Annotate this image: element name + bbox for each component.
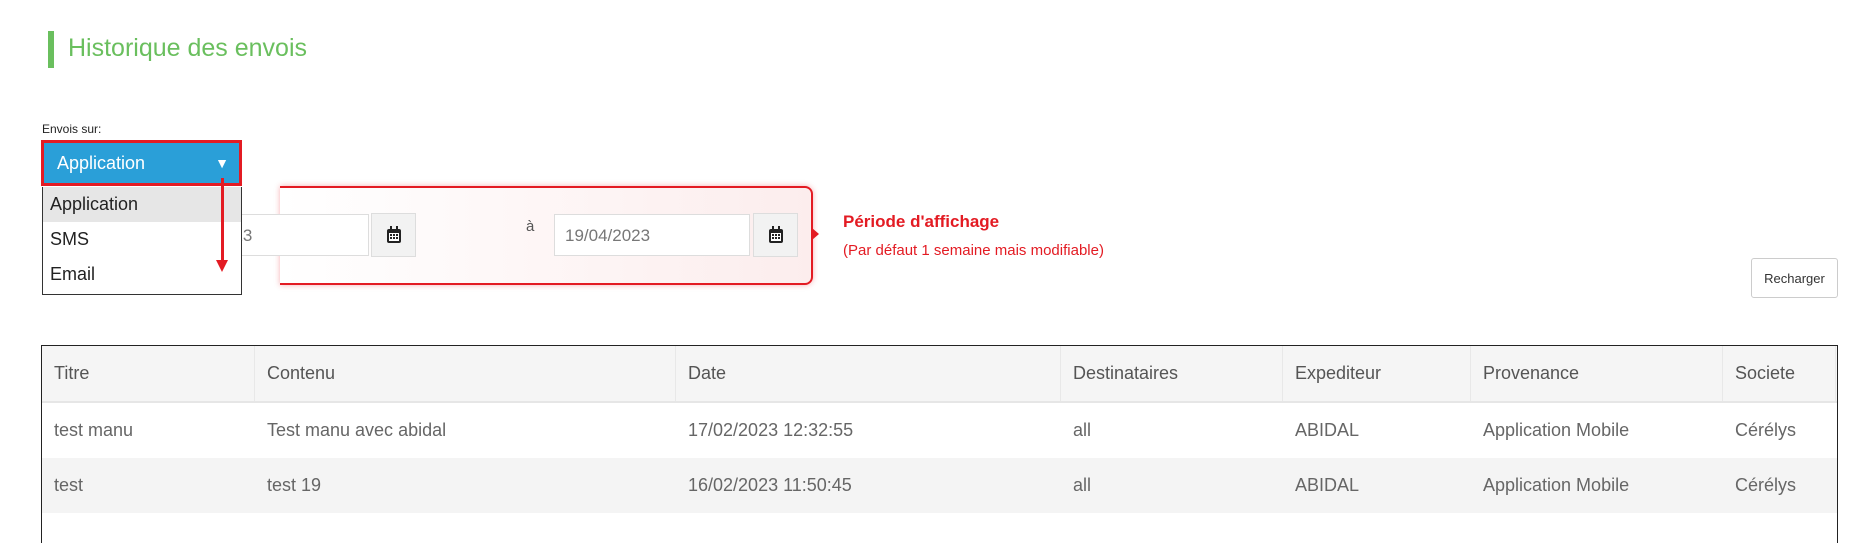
history-table: Titre Contenu Date Destinataires Expedit… [41,345,1838,543]
cell-date: 17/02/2023 12:32:55 [688,420,854,440]
cell-expediteur: ABIDAL [1295,475,1360,495]
page-title: Historique des envois [68,34,308,62]
send-channel-options: Application SMS Email [42,187,242,295]
reload-button[interactable]: Recharger [1751,258,1838,298]
date-separator: à [526,218,535,235]
cell-provenance: Application Mobile [1483,420,1630,440]
date-to-input[interactable]: 19/04/2023 [554,214,750,256]
annotation-title: Période d'affichage [843,212,1000,231]
date-to-calendar-button[interactable] [753,213,798,257]
option-application[interactable]: Application [43,187,241,222]
table-row[interactable]: test test 19 16/02/2023 11:50:45 all ABI… [42,458,1837,513]
date-from-calendar-button[interactable] [371,213,416,257]
calendar-icon [768,226,783,243]
send-channel-select[interactable]: Application ▼ [41,140,242,186]
table-header: Titre Contenu Date Destinataires Expedit… [42,346,1837,403]
cell-contenu: test 19 [267,475,322,495]
calendar-icon [386,226,401,243]
header-societe[interactable]: Societe [1723,346,1836,401]
annotation-arrowhead [216,260,228,272]
cell-provenance: Application Mobile [1483,475,1630,495]
title-accent-bar [48,31,54,68]
option-email[interactable]: Email [43,257,241,292]
cell-societe: Cérélys [1735,420,1797,440]
table-row[interactable]: test manu Test manu avec abidal 17/02/20… [42,403,1837,458]
cell-titre: test [54,475,84,495]
cell-destinataires: all [1073,420,1092,440]
header-contenu[interactable]: Contenu [255,346,676,401]
header-titre[interactable]: Titre [42,346,255,401]
cell-expediteur: ABIDAL [1295,420,1360,440]
caret-down-icon: ▼ [215,155,229,171]
header-expediteur[interactable]: Expediteur [1283,346,1471,401]
annotation-subtitle: (Par défaut 1 semaine mais modifiable) [843,242,1104,259]
header-provenance[interactable]: Provenance [1471,346,1723,401]
option-sms[interactable]: SMS [43,222,241,257]
select-value: Application [57,153,146,173]
annotation-arrow [221,178,224,262]
cell-societe: Cérélys [1735,475,1797,495]
cell-destinataires: all [1073,475,1092,495]
cell-date: 16/02/2023 11:50:45 [688,475,852,495]
cell-contenu: Test manu avec abidal [267,420,447,440]
filter-label: Envois sur: [42,122,102,136]
header-date[interactable]: Date [676,346,1061,401]
cell-titre: test manu [54,420,134,440]
header-destinataires[interactable]: Destinataires [1061,346,1283,401]
